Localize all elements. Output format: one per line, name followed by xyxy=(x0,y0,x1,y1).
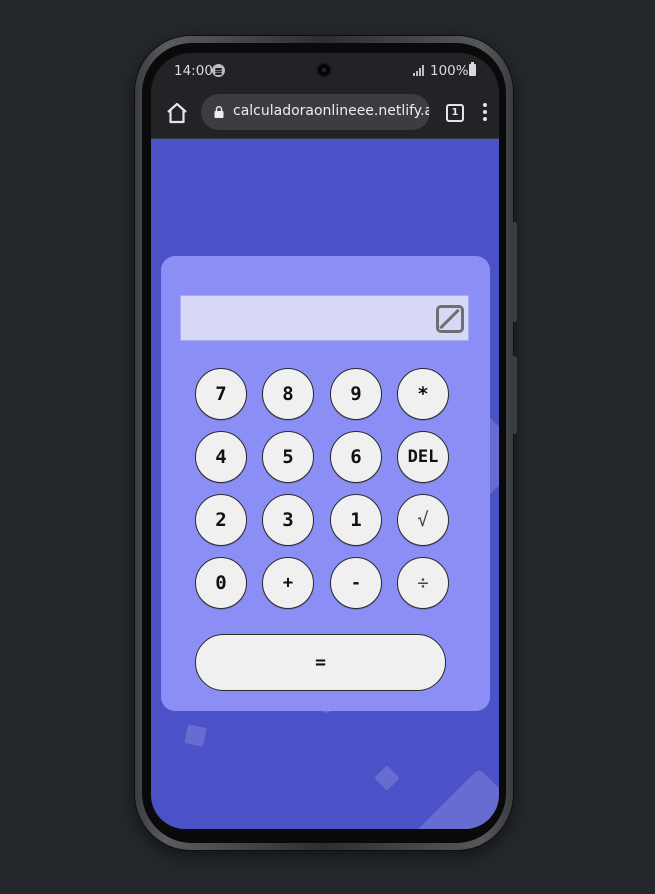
phone-screen: 14:00 100% calculadoraonlineee.netlify.a… xyxy=(151,53,499,829)
key-3[interactable]: 3 xyxy=(262,494,314,546)
power-button xyxy=(513,356,517,434)
front-camera xyxy=(318,64,330,76)
lock-icon xyxy=(214,106,224,118)
key-divide[interactable]: ÷ xyxy=(397,557,449,609)
key-0[interactable]: 0 xyxy=(195,557,247,609)
key-8[interactable]: 8 xyxy=(262,368,314,420)
battery-icon xyxy=(469,62,476,76)
home-icon[interactable] xyxy=(165,101,189,125)
battery-percent: 100% xyxy=(430,63,469,79)
calculator-panel: 7 8 9 * 4 5 6 DEL 2 3 1 √ 0 + - ÷ = xyxy=(161,256,490,711)
decorative-square xyxy=(184,724,207,747)
calculator-display[interactable] xyxy=(180,295,469,341)
key-delete[interactable]: DEL xyxy=(397,431,449,483)
key-6[interactable]: 6 xyxy=(330,431,382,483)
key-4[interactable]: 4 xyxy=(195,431,247,483)
volume-button xyxy=(513,222,517,322)
more-vert-icon[interactable] xyxy=(482,103,488,123)
key-7[interactable]: 7 xyxy=(195,368,247,420)
spotify-icon xyxy=(212,64,225,77)
key-minus[interactable]: - xyxy=(330,557,382,609)
clear-display-icon[interactable] xyxy=(436,305,464,333)
decorative-square xyxy=(408,768,499,829)
key-5[interactable]: 5 xyxy=(262,431,314,483)
decorative-square xyxy=(374,765,400,791)
address-bar[interactable]: calculadoraonlineee.netlify.app xyxy=(201,94,430,130)
status-bar: 14:00 100% xyxy=(151,53,499,89)
url-text[interactable]: calculadoraonlineee.netlify.app xyxy=(233,103,429,119)
web-page: 7 8 9 * 4 5 6 DEL 2 3 1 √ 0 + - ÷ = xyxy=(151,139,499,829)
key-9[interactable]: 9 xyxy=(330,368,382,420)
key-plus[interactable]: + xyxy=(262,557,314,609)
signal-icon xyxy=(413,65,427,76)
status-time: 14:00 xyxy=(174,63,213,79)
key-square-root[interactable]: √ xyxy=(397,494,449,546)
equals-button[interactable]: = xyxy=(195,634,446,691)
key-multiply[interactable]: * xyxy=(397,368,449,420)
browser-toolbar: calculadoraonlineee.netlify.app 1 xyxy=(151,89,499,139)
key-2[interactable]: 2 xyxy=(195,494,247,546)
key-1[interactable]: 1 xyxy=(330,494,382,546)
tab-switcher-button[interactable]: 1 xyxy=(446,104,464,122)
